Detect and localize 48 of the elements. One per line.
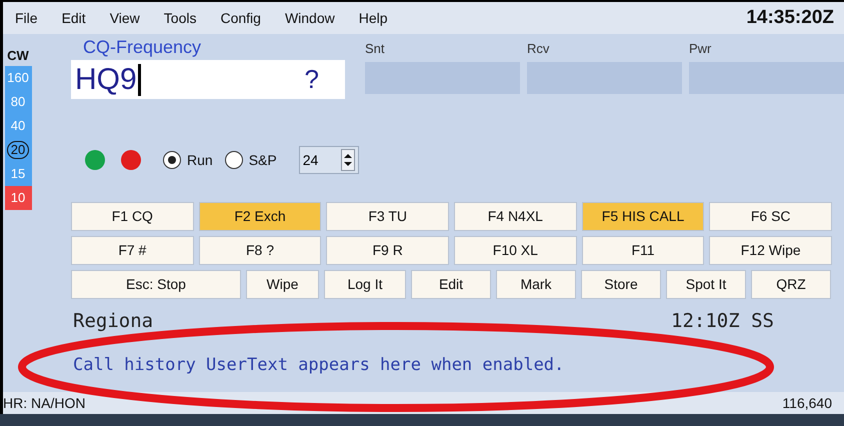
field-label: Snt [365,42,385,56]
hint-mark: ? [304,63,319,96]
mode-label: CW [7,47,29,65]
call-history-text: Call history UserText appears here when enabled. [73,354,564,378]
function-button[interactable]: F3 TU [326,202,450,231]
field-label: Pwr [689,42,712,56]
field-label: Rcv [527,42,550,56]
radio-button[interactable] [224,151,243,169]
info-text: Regiona [73,308,154,334]
band-button[interactable]: 20 [4,138,32,162]
function-button[interactable]: Wipe [246,270,319,299]
function-button[interactable]: QRZ [751,270,831,299]
function-button[interactable]: F6 SC [709,202,832,231]
status-text: HR: NA/HON [3,394,86,412]
function-button[interactable]: F5 HIS CALL [582,202,704,231]
function-button[interactable]: F7 # [71,236,194,265]
field-label: CQ-Frequency [82,36,202,58]
spinner-arrows-icon[interactable] [340,149,355,171]
function-button[interactable]: F4 N4XL [454,202,577,231]
menu-item[interactable]: File [15,8,38,28]
callsign-field[interactable]: HQ9 ? [71,60,345,99]
function-button[interactable]: F12 Wipe [709,236,832,265]
function-button[interactable]: Spot It [666,270,746,299]
function-button[interactable]: F11 [582,236,704,265]
radio-label: Run [187,150,213,170]
radio-label: S&P [248,150,277,170]
function-button[interactable]: Log It [324,270,406,299]
function-button[interactable]: Mark [496,270,576,299]
radio-button[interactable] [163,151,181,169]
number-spinner[interactable]: 24 [298,146,359,174]
menu-item[interactable]: View [110,8,140,28]
band-button[interactable]: 10 [4,186,32,210]
function-button[interactable]: F2 Exch [198,202,322,231]
menu-item[interactable]: Config [220,8,261,28]
function-button[interactable]: Store [581,270,661,299]
clock: 14:35:20Z [746,6,834,30]
menu-item[interactable]: Edit [62,8,86,28]
function-button[interactable]: F10 XL [454,236,577,265]
menu-item[interactable]: Tools [164,8,196,28]
function-button[interactable]: Esc: Stop [71,270,241,299]
function-button[interactable]: F1 CQ [71,202,194,231]
function-button[interactable]: F9 R [326,236,450,265]
info-text: 12:10Z SS [671,308,774,334]
menu-item[interactable]: Help [358,8,388,28]
menu-item[interactable]: Window [284,8,335,28]
function-button[interactable]: F8 ? [198,236,322,265]
status-text: 116,640 [782,394,832,412]
function-button[interactable]: Edit [411,270,491,299]
